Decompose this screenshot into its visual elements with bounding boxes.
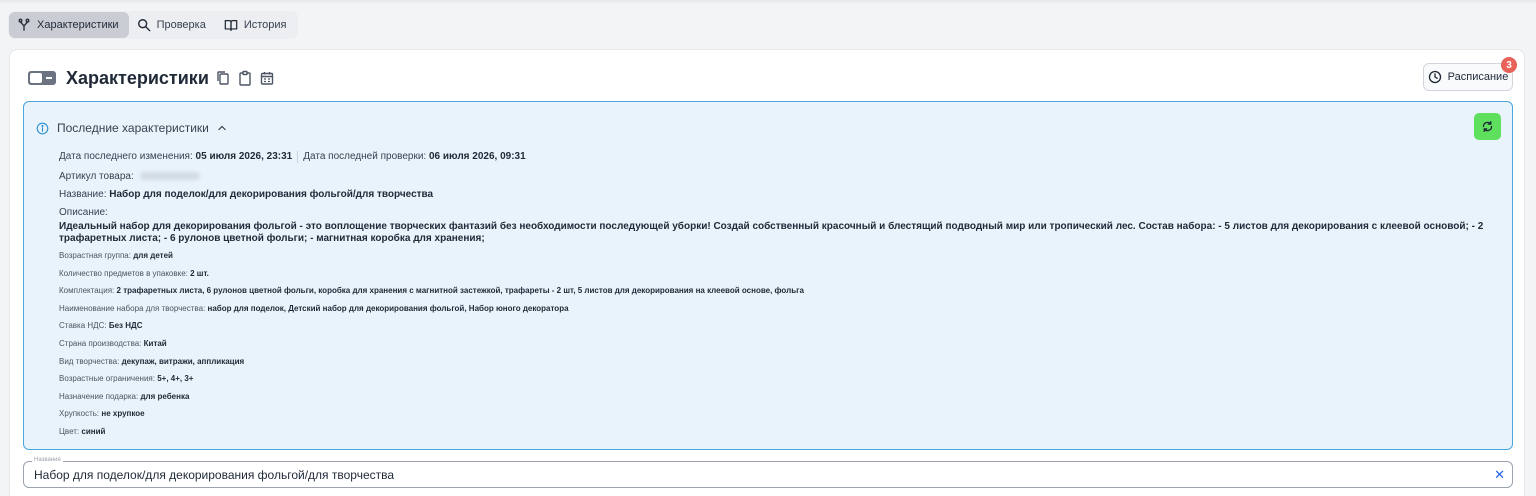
- schedule-label: Расписание: [1447, 71, 1509, 83]
- dates-row: Дата последнего изменения: 05 июля 2026,…: [59, 151, 1504, 163]
- attribute-label: Количество предметов в упаковке:: [59, 268, 188, 278]
- chevron-up-icon: [218, 125, 226, 131]
- attribute-row: Количество предметов в упаковке: 2 шт.: [59, 269, 1504, 279]
- divider: [297, 151, 299, 163]
- attribute-label: Цвет:: [59, 426, 80, 436]
- panel-body: Дата последнего изменения: 05 июля 2026,…: [59, 151, 1504, 445]
- attributes-list: Возрастная группа: для детей Количество п…: [59, 251, 1504, 437]
- page-title: Характеристики: [66, 67, 209, 88]
- last-characteristics-toggle[interactable]: Последние характеристики: [36, 121, 227, 135]
- attribute-value: 5+, 4+, 3+: [157, 374, 194, 384]
- attribute-value: для детей: [133, 251, 173, 260]
- attribute-value: Без НДС: [108, 321, 143, 331]
- top-shade: [0, 0, 1536, 4]
- toggle-switch[interactable]: [28, 71, 56, 85]
- attribute-label: Возрастные ограничения:: [59, 374, 155, 384]
- attribute-label: Назначение подарка:: [59, 391, 139, 401]
- attribute-label: Возрастная группа:: [59, 251, 131, 260]
- attribute-label: Страна производства:: [59, 338, 142, 348]
- attribute-value: Китай: [143, 338, 167, 348]
- attribute-row: Возрастная группа: для детей: [59, 251, 1504, 261]
- tab-characteristics[interactable]: Характеристики: [9, 12, 129, 38]
- description-label: Описание:: [59, 207, 108, 218]
- name-input[interactable]: [34, 468, 1474, 482]
- changed-label: Дата последнего изменения:: [59, 151, 193, 162]
- attribute-row: Вид творчества: декупаж, витражи, апплик…: [59, 357, 1504, 367]
- checked-value: 06 июля 2026, 09:31: [428, 151, 526, 162]
- attribute-label: Наименование набора для творчества:: [59, 303, 206, 313]
- sku-redacted: [139, 172, 200, 181]
- panel-title: Последние характеристики: [57, 121, 209, 135]
- attribute-row: Ставка НДС: Без НДС: [59, 321, 1504, 331]
- attribute-value: для ребенка: [140, 391, 190, 401]
- attribute-row: Страна производства: Китай: [59, 339, 1504, 349]
- name-row: Название: Набор для поделок/для декориро…: [59, 189, 1504, 201]
- tab-bar: Характеристики Проверка История: [8, 11, 298, 39]
- sku-row: Артикул товара:: [59, 171, 1504, 183]
- attribute-value: декупаж, витражи, аппликация: [121, 356, 245, 366]
- attribute-value: не хрупкое: [101, 409, 145, 419]
- attribute-label: Вид творчества:: [59, 356, 120, 366]
- attribute-label: Ставка НДС:: [59, 321, 107, 331]
- name-field: Название ✕: [23, 457, 1513, 488]
- attribute-row: Возрастные ограничения: 5+, 4+, 3+: [59, 374, 1504, 384]
- name-field-label: Название: [32, 457, 63, 463]
- refresh-icon: [1482, 120, 1493, 133]
- copy-icon[interactable]: [215, 70, 231, 86]
- clock-icon: [1428, 70, 1441, 84]
- info-icon: [36, 122, 49, 134]
- name-label: Название:: [59, 189, 107, 200]
- attribute-row: Комплектация: 2 трафаретных листа, 6 рул…: [59, 286, 1504, 296]
- schedule-button[interactable]: Расписание 3: [1423, 57, 1517, 91]
- book-icon: [224, 20, 238, 31]
- notification-badge: 3: [1501, 57, 1517, 73]
- fork-icon: [18, 18, 30, 31]
- attribute-row: Цвет: синий: [59, 427, 1504, 437]
- attribute-value: 2 трафаретных листа, 6 рулонов цветной ф…: [116, 286, 804, 296]
- attribute-value: синий: [81, 426, 106, 436]
- refresh-button[interactable]: [1474, 113, 1501, 140]
- attribute-label: Комплектация:: [59, 286, 115, 296]
- clipboard-icon[interactable]: [237, 70, 253, 86]
- name-value: Набор для поделок/для декорирования фоль…: [109, 189, 434, 200]
- attribute-value: набор для поделок, Детский набор для дек…: [207, 303, 569, 313]
- tab-check[interactable]: Проверка: [129, 12, 216, 38]
- attribute-row: Наименование набора для творчества: набо…: [59, 304, 1504, 314]
- tab-label: Характеристики: [37, 19, 119, 31]
- tab-label: Проверка: [156, 19, 206, 31]
- description-text: Идеальный набор для декорирования фольго…: [59, 221, 1484, 244]
- changed-value: 05 июля 2026, 23:31: [195, 151, 293, 162]
- attribute-row: Хрупкость: не хрупкое: [59, 409, 1504, 419]
- attribute-row: Назначение подарка: для ребенка: [59, 392, 1504, 402]
- attribute-label: Хрупкость:: [59, 409, 100, 419]
- checked-label: Дата последней проверки:: [303, 151, 427, 162]
- search-icon: [137, 19, 150, 32]
- attribute-value: 2 шт.: [190, 268, 209, 278]
- tab-label: История: [243, 19, 287, 31]
- card-header: Характеристики: [28, 66, 275, 90]
- tab-history[interactable]: История: [216, 12, 297, 38]
- sku-label: Артикул товара:: [59, 171, 134, 182]
- calendar-icon[interactable]: [259, 70, 275, 86]
- clear-icon[interactable]: ✕: [1494, 468, 1505, 482]
- characteristics-card: Характеристики Расписание 3 Последние ха…: [9, 49, 1525, 496]
- last-characteristics-panel: Последние характеристики Дата последнего…: [23, 101, 1513, 450]
